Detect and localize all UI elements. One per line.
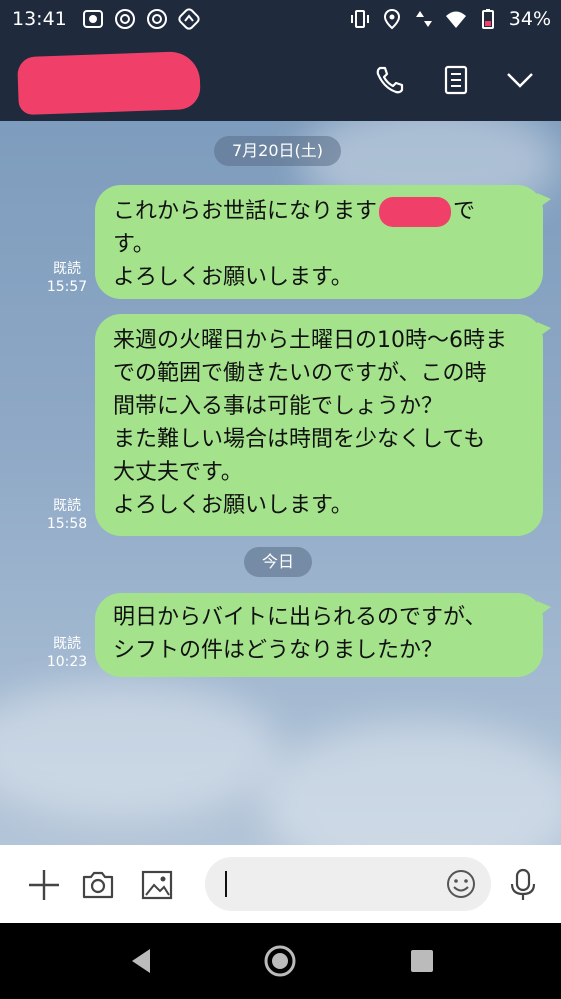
message-line: よろしくお願いします。 [113,265,353,290]
call-icon[interactable] [372,62,408,98]
contact-name-redacted [17,50,201,116]
message-line: よろしくお願いします。 [113,493,353,518]
input-bar [0,845,561,923]
message-bubble[interactable]: これからお世話になりますで す。 よろしくお願いします。 [95,185,551,299]
date-separator: 7月20日(土) [214,136,342,166]
at-icon [147,9,167,29]
home-icon[interactable] [262,943,298,979]
message-meta: 既読 15:58 [44,497,90,533]
message-line: また難しい場合は時間を少なくしても [113,427,486,452]
emoji-icon[interactable] [445,868,477,900]
background-cloud [0,681,280,821]
message-bubble[interactable]: 明日からバイトに出られるのですが、 シフトの件はどうなりましたか？ [95,593,551,677]
read-label: 既読 [53,636,81,652]
status-icons-right: 34% [349,8,551,30]
notes-icon[interactable] [438,62,474,98]
message-line: これからお世話になりますで [113,195,527,228]
message-input[interactable] [205,857,491,911]
wifi-icon [445,11,466,28]
plus-icon[interactable] [26,867,62,903]
system-nav-bar [0,923,561,999]
message-line: での範囲で働きたいのですが、この時 [113,361,487,386]
chevron-down-icon[interactable] [502,62,538,98]
chat-area[interactable]: 7月20日(土) 既読 15:57 これからお世話になりますで す。 よろしくお… [0,121,561,845]
background-cloud [260,721,561,845]
camera-icon[interactable] [80,867,116,903]
message-meta: 既読 15:57 [44,260,90,296]
read-label: 既読 [53,498,81,514]
message-bubble[interactable]: 来週の火曜日から土曜日の10時〜6時ま での範囲で働きたいのですが、この時 間帯… [95,314,551,536]
status-bar: 13:41 34% [0,0,561,38]
at-icon [115,9,135,29]
status-time: 13:41 [12,8,67,30]
recents-icon[interactable] [404,943,440,979]
message-time: 15:57 [46,279,88,295]
vibrate-icon [350,10,369,28]
battery-icon [481,9,494,29]
location-icon [383,8,400,30]
battery-percent: 34% [508,8,551,30]
sync-icon [178,8,200,30]
read-label: 既読 [53,261,81,277]
chat-header [0,38,561,121]
redaction [379,197,452,227]
message-line: 明日からバイトに出られるのですが、 [113,605,487,630]
back-icon[interactable] [124,943,160,979]
notification-icon [83,10,103,28]
text-cursor [225,871,227,897]
image-icon[interactable] [139,867,175,903]
message-time: 10:23 [46,654,88,670]
data-icon [415,11,432,27]
message-line: 間帯に入る事は可能でしょうか？ [113,394,444,419]
message-line: 来週の火曜日から土曜日の10時〜6時ま [113,328,507,353]
mic-icon[interactable] [505,867,541,903]
message-line: 大丈夫です。 [113,460,243,485]
status-icons-left [82,8,200,30]
message-line: す。 [113,232,155,257]
message-time: 15:58 [46,516,88,532]
date-separator: 今日 [244,547,313,577]
message-line: シフトの件はどうなりましたか？ [113,638,444,663]
message-meta: 既読 10:23 [44,635,90,671]
